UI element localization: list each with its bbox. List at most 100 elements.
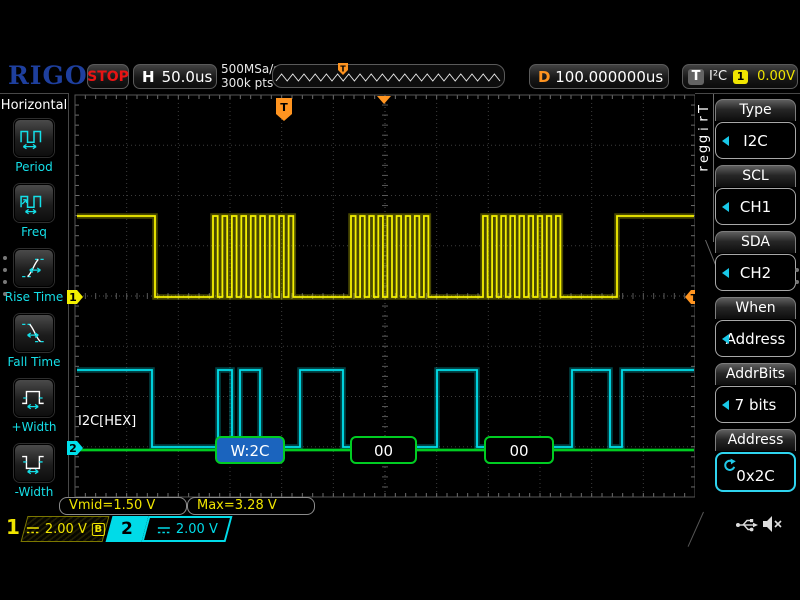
trace-glow-ch1 bbox=[77, 216, 694, 297]
channel2-number: 2 bbox=[121, 519, 133, 539]
run-state-badge: STOP bbox=[87, 64, 129, 89]
record-waveform-pattern bbox=[276, 74, 500, 81]
menu-value-type-text: I2C bbox=[743, 132, 767, 150]
menu-value-when-text: Address bbox=[726, 330, 786, 348]
channel1-scale: 2.00 V bbox=[45, 522, 87, 537]
page-dot bbox=[3, 256, 7, 260]
channel2-scale: 2.00 V bbox=[176, 522, 218, 537]
menu-value-when[interactable]: Address bbox=[715, 320, 796, 357]
delay-box: D 100.000000us bbox=[529, 64, 669, 89]
menu-value-scl-text: CH1 bbox=[740, 198, 771, 216]
menu-item-addrbits: AddrBits 7 bits bbox=[715, 363, 796, 423]
decode-frame-label: 00 bbox=[509, 442, 528, 460]
measure-sidebar-title: Horizontal bbox=[0, 98, 68, 113]
svg-text:2: 2 bbox=[69, 442, 77, 455]
menu-label-when: When bbox=[715, 297, 796, 319]
horizontal-position-indicator: T bbox=[272, 64, 505, 88]
oscilloscope-screen: RIGOL STOP H 50.0us 500MSa/s 300k pts T … bbox=[0, 0, 800, 600]
channel2-badge[interactable]: 2.00 V bbox=[142, 516, 233, 542]
decode-bus-label: I2C[HEX] bbox=[78, 414, 136, 429]
trigger-menu-panel: Trigger Type I2C SCL CH1 SDA CH2 W bbox=[695, 93, 800, 505]
menu-label-sda: SDA bbox=[715, 231, 796, 253]
trigger-tab-label: Trigger bbox=[696, 104, 713, 174]
measure-label-fall-time: Fall Time bbox=[0, 355, 68, 369]
decode-frame-label: 00 bbox=[374, 442, 393, 460]
measure-button-rise-time[interactable] bbox=[14, 249, 54, 287]
channel1-badge[interactable]: 2.00 V B bbox=[21, 516, 110, 542]
sample-rate: 500MSa/s bbox=[221, 62, 280, 76]
menu-value-sda-text: CH2 bbox=[740, 264, 771, 282]
measure-label-period: Period bbox=[0, 160, 68, 174]
bandwidth-limit-badge: B bbox=[91, 523, 104, 536]
page-dot bbox=[3, 292, 7, 296]
page-dot bbox=[3, 268, 7, 272]
sample-rate-block: 500MSa/s 300k pts bbox=[221, 62, 280, 90]
page-dot bbox=[3, 280, 7, 284]
plus-width-icon bbox=[20, 386, 48, 410]
trigger-type-label: I²C bbox=[709, 69, 727, 84]
measure-label-neg-width: -Width bbox=[0, 485, 68, 499]
measure-button-pos-width[interactable] bbox=[14, 379, 54, 417]
menu-label-scl: SCL bbox=[715, 165, 796, 187]
speaker-muted-icon bbox=[761, 513, 783, 535]
channel1-number: 1 bbox=[6, 515, 20, 539]
trigger-source-badge: 1 bbox=[733, 70, 748, 84]
left-triangle-icon bbox=[722, 268, 729, 278]
measure-button-freq[interactable] bbox=[14, 184, 54, 222]
measure-label-rise-time: Rise Time bbox=[0, 290, 68, 304]
menu-value-addrbits-text: 7 bits bbox=[735, 396, 777, 414]
period-icon bbox=[20, 126, 48, 150]
menu-value-addrbits[interactable]: 7 bits bbox=[715, 386, 796, 423]
measurement-vmid-text: Vmid=1.50 V bbox=[69, 498, 155, 513]
menu-label-type: Type bbox=[715, 99, 796, 121]
menu-value-sda[interactable]: CH2 bbox=[715, 254, 796, 291]
run-state-label: STOP bbox=[87, 69, 129, 85]
measure-label-pos-width: +Width bbox=[0, 420, 68, 434]
minus-width-icon bbox=[20, 451, 48, 475]
menu-value-address-text: 0x2C bbox=[736, 467, 774, 485]
menu-item-sda: SDA CH2 bbox=[715, 231, 796, 291]
svg-text:1: 1 bbox=[69, 291, 77, 304]
memory-depth: 300k pts bbox=[221, 76, 280, 90]
trigger-label: T bbox=[688, 69, 704, 85]
page-dot bbox=[795, 280, 799, 284]
menu-label-address: Address bbox=[715, 429, 796, 451]
page-dot bbox=[795, 268, 799, 272]
left-triangle-icon bbox=[722, 136, 729, 146]
measure-button-neg-width[interactable] bbox=[14, 444, 54, 482]
dc-coupling-icon bbox=[26, 524, 40, 534]
measurement-max-text: Max=3.28 V bbox=[197, 498, 277, 513]
trigger-level-value: 0.00V bbox=[757, 69, 795, 84]
usb-icon bbox=[735, 515, 759, 535]
freq-icon bbox=[20, 191, 48, 215]
left-triangle-icon bbox=[722, 400, 729, 410]
measure-button-fall-time[interactable] bbox=[14, 314, 54, 352]
tab-border bbox=[713, 94, 714, 242]
menu-item-address: Address 0x2C bbox=[715, 429, 796, 492]
decode-frame-label: W:2C bbox=[230, 442, 269, 460]
menu-value-scl[interactable]: CH1 bbox=[715, 188, 796, 225]
measurement-max: Max=3.28 V bbox=[187, 497, 315, 515]
svg-text:T: T bbox=[340, 65, 346, 74]
left-triangle-icon bbox=[722, 334, 729, 344]
measure-button-period[interactable] bbox=[14, 119, 54, 157]
svg-text:T: T bbox=[280, 101, 288, 114]
horizontal-reference-marker bbox=[377, 96, 391, 104]
measure-sidebar: Horizontal Period Freq Rise Time bbox=[0, 93, 69, 505]
delay-value: 100.000000us bbox=[550, 68, 668, 86]
h-label: H bbox=[142, 68, 155, 86]
dc-coupling-icon bbox=[157, 524, 171, 534]
menu-label-addrbits: AddrBits bbox=[715, 363, 796, 385]
corner-divider bbox=[688, 512, 704, 547]
menu-value-address[interactable]: 0x2C bbox=[715, 452, 796, 492]
horizontal-scale-box: H 50.0us bbox=[133, 64, 217, 89]
waveform-display: W:2C000012TT bbox=[60, 90, 708, 506]
menu-value-type[interactable]: I2C bbox=[715, 122, 796, 159]
menu-item-when: When Address bbox=[715, 297, 796, 357]
h-value: 50.0us bbox=[162, 68, 213, 86]
left-triangle-icon bbox=[722, 202, 729, 212]
menu-item-type: Type I2C bbox=[715, 99, 796, 159]
fall-time-icon bbox=[20, 321, 48, 345]
trigger-status-box: T I²C 1 0.00V bbox=[682, 64, 798, 89]
knob-rotate-icon bbox=[722, 458, 736, 472]
